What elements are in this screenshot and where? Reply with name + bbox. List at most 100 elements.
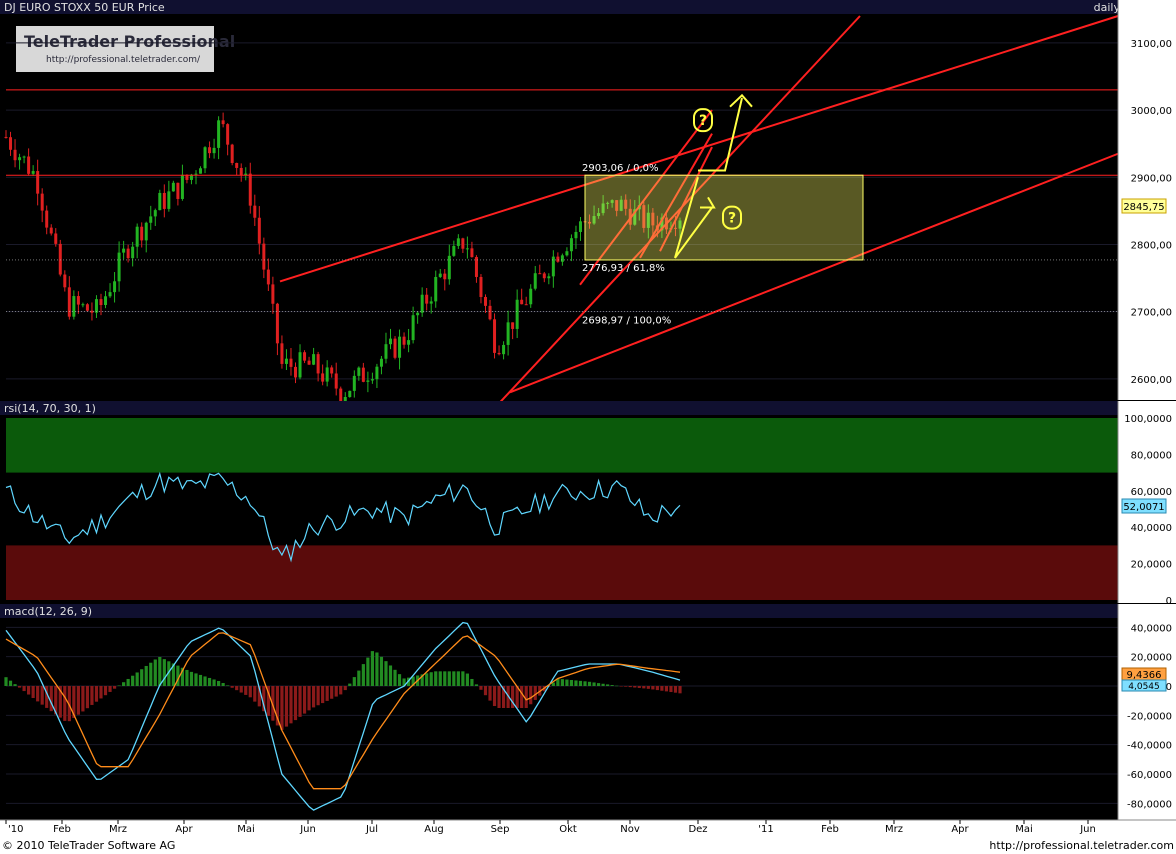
candle-body xyxy=(343,396,347,402)
macd-hist-bar xyxy=(646,686,650,689)
macd-hist-bar xyxy=(615,685,619,687)
macd-hist-bar xyxy=(583,681,587,686)
candle-body xyxy=(27,156,31,174)
candle-body xyxy=(461,238,465,249)
candle-body xyxy=(140,226,144,241)
macd-hist-bar xyxy=(85,686,90,709)
macd-hist-bar xyxy=(153,659,157,686)
candle-body xyxy=(230,144,234,163)
macd-hist-bar xyxy=(185,669,189,686)
candle-body xyxy=(131,246,135,259)
candle-body xyxy=(420,294,424,313)
macd-hist-bar xyxy=(529,686,533,705)
macd-hist-bar xyxy=(112,686,117,689)
macd-hist-bar xyxy=(397,674,402,686)
candle-body xyxy=(569,238,573,252)
logo-url: http://professional.teletrader.com/ xyxy=(46,55,201,65)
macd-hist-bar xyxy=(479,686,483,690)
candle-body xyxy=(370,379,374,381)
x-tick-label: Apr xyxy=(175,824,193,835)
candle-body xyxy=(438,273,442,277)
macd-hist-bar xyxy=(217,680,221,686)
candle-body xyxy=(366,380,370,382)
candle-body xyxy=(298,352,302,378)
candle-body xyxy=(158,192,162,211)
price-tick-label: 2900,00 xyxy=(1131,173,1172,184)
candle-body xyxy=(352,375,356,391)
candle-body xyxy=(456,238,460,246)
candle-body xyxy=(221,120,225,125)
macd-hist-bar xyxy=(429,672,433,686)
candle-body xyxy=(379,358,383,367)
candle-body xyxy=(339,388,343,402)
candle-body xyxy=(361,367,365,382)
candle-body xyxy=(434,276,438,302)
rsi-tick-label: 20,0000 xyxy=(1131,560,1172,571)
macd-tick-label: -60,0000 xyxy=(1127,770,1172,781)
macd-hist-bar xyxy=(388,665,393,686)
macd-hist-bar xyxy=(655,686,659,691)
macd-hist-bar xyxy=(393,669,397,686)
macd-hist-bar xyxy=(280,686,284,730)
macd-hist-bar xyxy=(140,669,144,686)
candle-body xyxy=(551,256,555,277)
macd-hist-bar xyxy=(461,671,465,686)
macd-hist-bar xyxy=(63,686,67,721)
macd-hist-bar xyxy=(198,674,203,686)
macd-hist-bar xyxy=(379,656,384,686)
candle-body xyxy=(36,171,40,194)
macd-hist-bar xyxy=(348,683,352,686)
candle-body xyxy=(76,296,80,305)
rsi-oversold-zone xyxy=(6,545,1118,600)
candle-body xyxy=(162,192,166,209)
rsi-last-value: 52,0071 xyxy=(1123,502,1164,513)
macd-hist-bar xyxy=(221,683,225,686)
macd-hist-bar xyxy=(483,686,488,696)
macd-hist-bar xyxy=(334,686,338,697)
candle-body xyxy=(398,336,402,358)
macd-hist-bar xyxy=(117,685,121,686)
macd-hist-bar xyxy=(284,686,289,727)
macd-last-badges: 9,4366 4,0545 xyxy=(1121,667,1167,692)
candle-body xyxy=(81,304,85,306)
macd-hist-bar xyxy=(569,680,574,686)
macd-tick-label: -20,0000 xyxy=(1127,711,1172,722)
macd-hist-bar xyxy=(144,665,148,686)
candle-body xyxy=(13,149,17,161)
price-header-bar xyxy=(0,0,1118,14)
candle-body xyxy=(493,319,497,353)
candle-body xyxy=(402,336,406,345)
candle-body xyxy=(63,274,67,288)
candle-body xyxy=(511,322,515,329)
x-tick-label: Dez xyxy=(688,824,707,835)
price-tick-label: 3000,00 xyxy=(1131,106,1172,117)
candle-body xyxy=(54,233,58,244)
macd-hist-bar xyxy=(302,686,307,714)
macd-hist-bar xyxy=(488,686,492,701)
footer-url[interactable]: http://professional.teletrader.com xyxy=(989,839,1174,852)
macd-hist-bar xyxy=(22,686,26,692)
macd-tick-label: 0 xyxy=(1166,682,1172,693)
rsi-title: rsi(14, 70, 30, 1) xyxy=(4,402,96,415)
macd-hist-bar xyxy=(135,672,139,686)
candle-body xyxy=(212,147,216,154)
price-last-badge: 2845,75 xyxy=(1121,198,1167,214)
candle-body xyxy=(307,360,311,365)
macd-hist-bar xyxy=(293,686,298,721)
price-tick-label: 2700,00 xyxy=(1131,308,1172,319)
macd-hist-bar xyxy=(94,686,99,702)
rsi-tick-label: 40,0000 xyxy=(1131,523,1172,534)
x-tick-label: Jun xyxy=(1079,824,1096,835)
price-tick-label: 3100,00 xyxy=(1131,39,1172,50)
candle-body xyxy=(429,301,433,304)
candle-body xyxy=(321,373,325,382)
candle-body xyxy=(303,352,307,361)
candle-body xyxy=(280,343,284,364)
macd-hist-bar xyxy=(633,686,637,688)
macd-hist-bar xyxy=(230,686,234,688)
candle-body xyxy=(524,304,528,306)
macd-hist-bar xyxy=(642,686,646,689)
macd-hist-bar xyxy=(289,686,293,724)
fib-level-label: 2903,06 / 0,0% xyxy=(582,163,658,174)
candle-body xyxy=(465,248,469,250)
